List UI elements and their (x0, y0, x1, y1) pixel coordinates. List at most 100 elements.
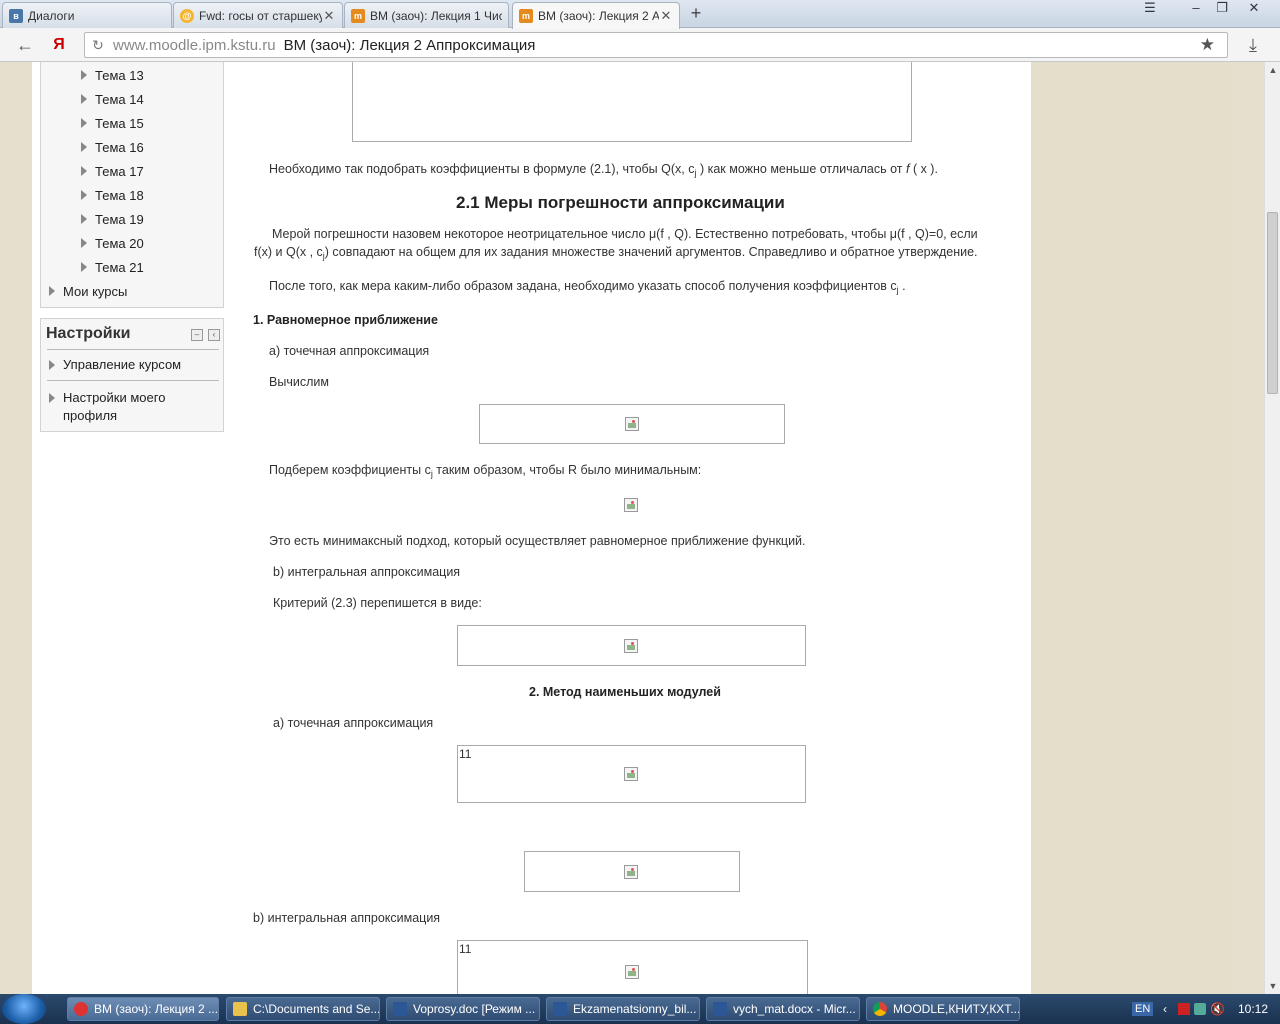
close-icon[interactable]: ✕ (659, 8, 673, 24)
nav-my-courses[interactable]: Мои курсы (49, 281, 127, 301)
settings-manage-course[interactable]: Управление курсом (49, 356, 181, 374)
language-label: EN (1132, 1002, 1154, 1016)
nav-topic-13[interactable]: Тема 13 (81, 65, 144, 85)
new-tab-button[interactable]: + (684, 3, 708, 25)
left-sidebar: Тема 13 Тема 14 Тема 15 Тема 16 Тема 17 … (32, 62, 232, 994)
expand-arrow-icon (81, 214, 87, 224)
item-point-approx-2: а) точечная аппроксимация (273, 716, 434, 730)
text-run: ) совпадают на общем для их задания множ… (324, 245, 978, 259)
task-label: C:\Documents and Se... (253, 1002, 380, 1016)
nav-topic-label: Тема 18 (95, 187, 144, 203)
tab-title: Fwd: госы от старшекурсников (199, 8, 322, 23)
settings-item-label: Настройки моего профиля (63, 389, 165, 425)
reload-icon[interactable]: ↻ (87, 37, 109, 54)
broken-image-icon (624, 639, 638, 653)
restore-icon[interactable]: ❐ (1208, 0, 1236, 18)
address-page-title: ВМ (заоч): Лекция 2 Аппроксимация (283, 36, 536, 54)
divider (47, 380, 219, 381)
nav-topic-21[interactable]: Тема 21 (81, 257, 144, 277)
formula-image-frame (352, 62, 912, 142)
download-icon[interactable]: ⤓ (1240, 33, 1266, 57)
text-run: ) как можно меньше отличалась от (699, 162, 906, 176)
star-icon[interactable]: ★ (1200, 35, 1215, 55)
close-icon[interactable]: ✕ (322, 8, 336, 24)
settings-title: Настройки (46, 325, 131, 342)
chrome-icon (873, 1002, 887, 1016)
clock[interactable]: 10:12 (1238, 994, 1268, 1024)
text-criterion: Критерий (2.3) перепишется в виде: (273, 596, 482, 610)
task-label: Voprosy.doc [Режим ... (413, 1002, 536, 1016)
text-run: . (898, 279, 906, 293)
mail-icon: @ (180, 8, 194, 23)
taskbar-item-vychmat[interactable]: vych_mat.docx - Micr... (706, 997, 860, 1021)
nav-topic-19[interactable]: Тема 19 (81, 209, 144, 229)
subsection-least-modules: 2. Метод наименьших модулей (529, 685, 721, 699)
language-indicator[interactable]: EN (1132, 994, 1154, 1024)
address-host: www.moodle.ipm.kstu.ru (113, 36, 276, 54)
text-run: Подберем коэффициенты c (269, 463, 431, 477)
settings-item-label: Управление курсом (63, 357, 182, 372)
formula-image-frame (457, 625, 806, 666)
nav-topic-15[interactable]: Тема 15 (81, 113, 144, 133)
vertical-scrollbar[interactable]: ▲ ▼ (1264, 62, 1280, 994)
collapse-icon[interactable]: – (191, 329, 203, 341)
antivirus-icon[interactable] (1178, 1003, 1190, 1015)
expand-arrow-icon (49, 286, 55, 296)
expand-arrow-icon (81, 118, 87, 128)
close-window-icon[interactable]: ✕ (1240, 0, 1268, 18)
section-heading: 2.1 Меры погрешности аппроксимации (456, 193, 785, 212)
taskbar-item-explorer[interactable]: C:\Documents and Se... (226, 997, 380, 1021)
moodle-icon: m (351, 8, 365, 23)
subscript: j (694, 168, 697, 178)
tab-dialogs[interactable]: в Диалоги (2, 2, 172, 28)
text-run: Необходимо так подобрать коэффициенты в … (269, 162, 695, 176)
tray-icons: 🔇 (1178, 994, 1225, 1024)
address-bar[interactable]: ↻ www.moodle.ipm.kstu.ru ВМ (заоч): Лекц… (84, 32, 1228, 58)
nav-topic-20[interactable]: Тема 20 (81, 233, 144, 253)
left-gutter (0, 62, 32, 994)
lecture-content: Необходимо так подобрать коэффициенты в … (232, 62, 1031, 994)
taskbar-item-browser[interactable]: ВМ (заоч): Лекция 2 ... (67, 997, 219, 1021)
paragraph-minimax: Это есть минимаксный подход, который осу… (269, 534, 806, 548)
formula-image-frame: 11 (457, 940, 808, 994)
scroll-thumb[interactable] (1267, 212, 1278, 394)
start-button[interactable] (2, 994, 46, 1024)
tab-strip: в Диалоги @ Fwd: госы от старшекурсников… (0, 0, 1280, 29)
tab-mail[interactable]: @ Fwd: госы от старшекурсников ✕ (173, 2, 343, 28)
yandex-button[interactable]: Я (46, 33, 72, 57)
minimize-icon[interactable]: – (1182, 0, 1210, 18)
browser-toolbar: ← Я ↻ www.moodle.ipm.kstu.ru ВМ (заоч): … (0, 28, 1280, 62)
text-run: таким образом, чтобы R было минимальным: (432, 463, 702, 477)
right-margin (1031, 62, 1231, 994)
network-icon[interactable] (1194, 1003, 1206, 1015)
subsection-uniform: 1. Равномерное приближение (253, 313, 438, 327)
taskbar-item-chrome[interactable]: MOODLE,КНИТУ,КХТ... (866, 997, 1020, 1021)
yandex-browser-icon (74, 1002, 88, 1016)
nav-topic-16[interactable]: Тема 16 (81, 137, 144, 157)
equation-number: 11 (459, 942, 472, 956)
nav-topic-18[interactable]: Тема 18 (81, 185, 144, 205)
word-icon (553, 1002, 567, 1016)
settings-my-profile[interactable]: Настройки моего профиля (49, 389, 165, 425)
menu-icon[interactable]: ☰ (1136, 0, 1164, 18)
item-point-approx: а) точечная аппроксимация (269, 344, 430, 358)
taskbar-item-voprosy[interactable]: Voprosy.doc [Режим ... (386, 997, 540, 1021)
dock-icon[interactable]: ‹ (208, 329, 220, 341)
paragraph-choose-coefficients: Подберем коэффициенты cj таким образом, … (269, 463, 701, 479)
tab-lecture-2[interactable]: m ВМ (заоч): Лекция 2 Аппрокс ✕ (512, 2, 680, 29)
scroll-up-icon[interactable]: ▲ (1265, 62, 1280, 78)
tab-lecture-1[interactable]: m ВМ (заоч): Лекция 1 Числ (344, 2, 509, 28)
expand-arrow-icon (49, 393, 55, 403)
broken-image-icon (624, 865, 638, 879)
nav-topic-17[interactable]: Тема 17 (81, 161, 144, 181)
nav-topic-label: Тема 14 (95, 91, 144, 107)
back-arrow-icon[interactable]: ← (12, 33, 38, 57)
tray-chevron-icon[interactable]: ‹ (1163, 994, 1167, 1024)
volume-muted-icon[interactable]: 🔇 (1210, 1002, 1225, 1016)
taskbar-item-ekzam[interactable]: Ekzamenatsionny_bil... (546, 997, 700, 1021)
moodle-icon: m (519, 9, 533, 23)
broken-image-icon (624, 498, 638, 512)
scroll-down-icon[interactable]: ▼ (1265, 978, 1280, 994)
nav-topic-14[interactable]: Тема 14 (81, 89, 144, 109)
broken-image-icon (624, 767, 638, 781)
